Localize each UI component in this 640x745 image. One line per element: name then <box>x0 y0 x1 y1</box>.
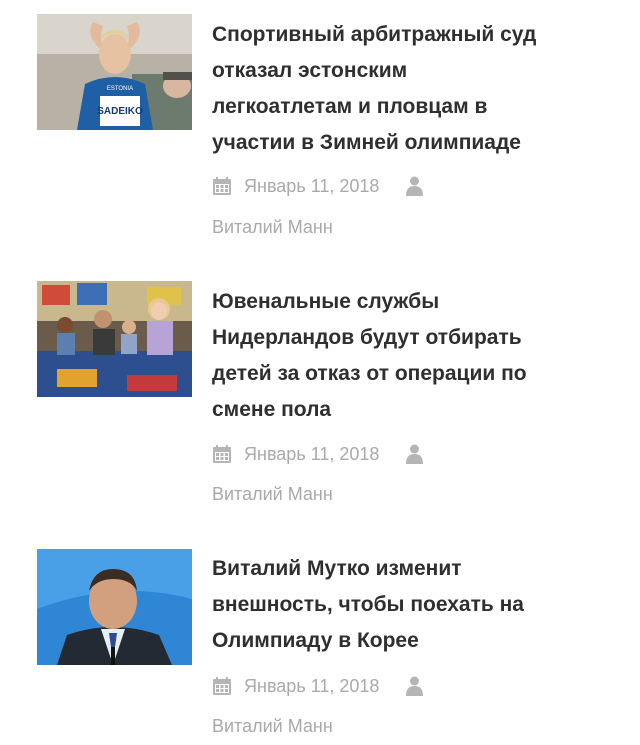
classroom-photo <box>37 281 192 397</box>
article-thumbnail[interactable]: SADEIKO ESTONIA <box>37 14 192 130</box>
article-date: Январь 11, 2018 <box>244 175 380 196</box>
article-date: Январь 11, 2018 <box>244 443 380 464</box>
user-icon <box>406 444 424 464</box>
jersey-text: ESTONIA <box>107 86 133 92</box>
article-author[interactable]: Виталий Манн <box>212 215 333 239</box>
athlete-photo: SADEIKO ESTONIA <box>37 14 192 130</box>
calendar-icon <box>213 677 231 695</box>
user-icon <box>406 176 424 196</box>
article-thumbnail[interactable] <box>37 281 192 397</box>
article-title[interactable]: Спортивный арбитражный суд отказал эстон… <box>212 17 612 161</box>
article-thumbnail[interactable] <box>37 549 192 665</box>
article-title[interactable]: Ювенальные службы Нидерландов будут отби… <box>212 284 612 428</box>
article-date: Январь 11, 2018 <box>244 675 380 696</box>
article-author[interactable]: Виталий Манн <box>212 482 333 506</box>
user-icon <box>406 676 424 696</box>
article-title[interactable]: Виталий Мутко изменит внешность, чтобы п… <box>212 551 612 659</box>
calendar-icon <box>213 177 231 195</box>
bib-text: SADEIKO <box>97 106 143 117</box>
politician-photo <box>37 549 192 665</box>
article-meta: Январь 11, 2018 <box>212 171 424 201</box>
article-author[interactable]: Виталий Манн <box>212 714 333 738</box>
article-meta: Январь 11, 2018 <box>212 671 424 701</box>
calendar-icon <box>213 445 231 463</box>
article-meta: Январь 11, 2018 <box>212 439 424 469</box>
